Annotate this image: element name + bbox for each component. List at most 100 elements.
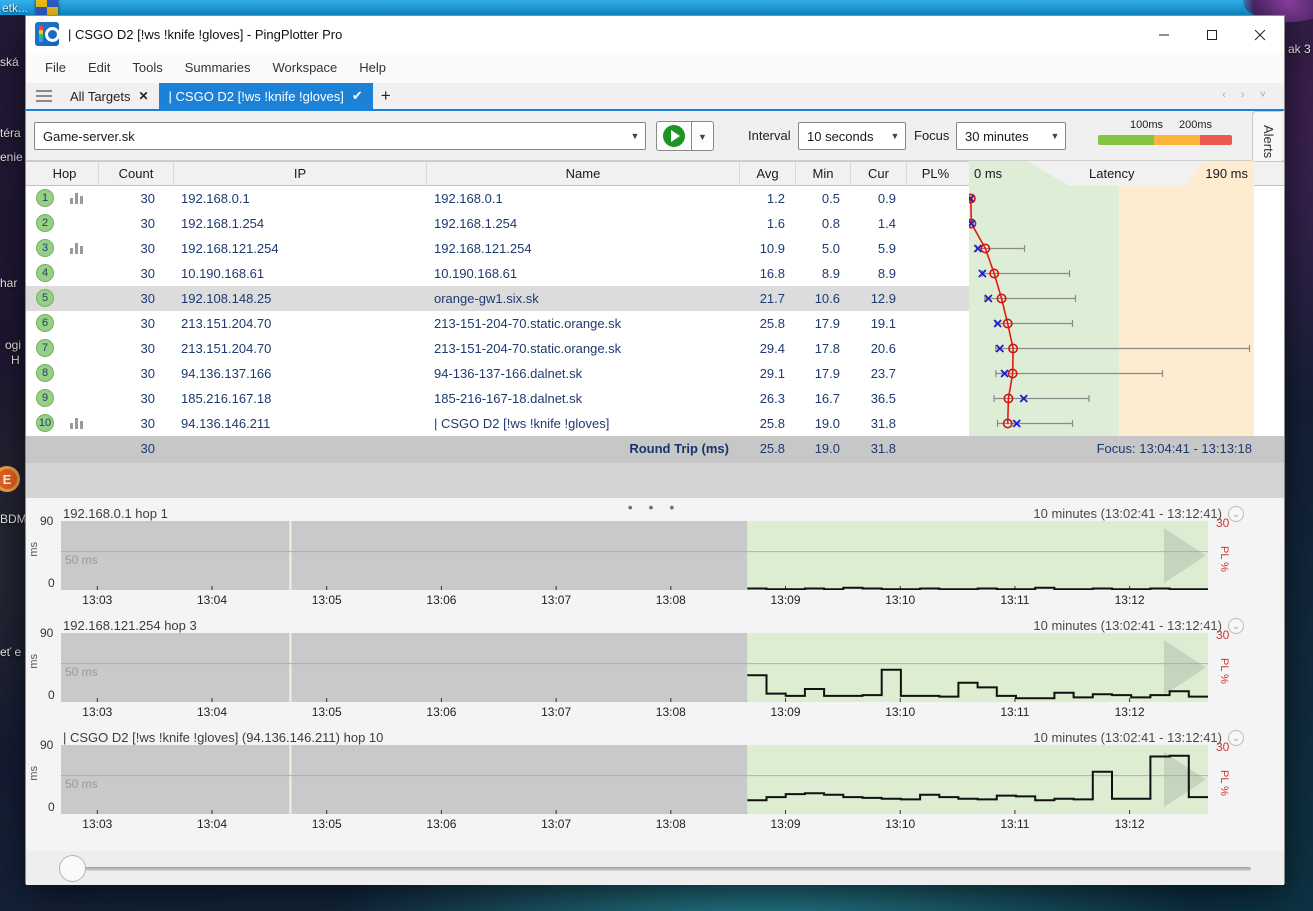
timeline-range-label[interactable]: 10 minutes (13:02:41 - 13:12:41) [1033, 618, 1222, 633]
header-min[interactable]: Min [795, 162, 850, 186]
menu-edit[interactable]: Edit [77, 53, 121, 83]
table-row[interactable]: 83094.136.137.16694-136-137-166.dalnet.s… [26, 361, 969, 386]
hamburger-icon[interactable] [36, 90, 52, 102]
ip-cell: 213.151.204.70 [181, 336, 426, 361]
ip-cell: 213.151.204.70 [181, 311, 426, 336]
start-options-dropdown[interactable]: ▼ [692, 121, 714, 151]
bar-chart-icon[interactable] [70, 243, 84, 254]
table-row[interactable]: 130192.168.0.1192.168.0.11.20.50.9 [26, 186, 969, 211]
y-axis-max-label: 90 [40, 626, 53, 640]
hop-number-badge: 4 [36, 264, 54, 282]
header-avg[interactable]: Avg [739, 162, 795, 186]
ip-cell: 94.136.146.211 [181, 411, 426, 436]
menu-workspace[interactable]: Workspace [261, 53, 348, 83]
table-row[interactable]: 630213.151.204.70213-151-204-70.static.o… [26, 311, 969, 336]
desktop-app-icon[interactable]: E [0, 466, 20, 492]
min-cell: 8.9 [795, 261, 850, 286]
new-tab-button[interactable]: + [373, 83, 399, 109]
header-name[interactable]: Name [426, 162, 739, 186]
bar-chart-icon[interactable] [70, 418, 84, 429]
table-row[interactable]: 103094.136.146.211| CSGO D2 [!ws !knife … [26, 411, 969, 436]
header-hop[interactable]: Hop [31, 162, 98, 186]
ip-cell: 94.136.137.166 [181, 361, 426, 386]
header-pl[interactable]: PL% [906, 162, 964, 186]
y-axis-unit-label: ms [28, 542, 40, 557]
bar-chart-icon[interactable] [70, 193, 84, 204]
pl-axis-label: PL % [1218, 770, 1230, 796]
close-icon[interactable]: ✕ [138, 89, 148, 103]
menu-tools[interactable]: Tools [121, 53, 173, 83]
timeline-plot-area[interactable] [61, 633, 1208, 702]
chevron-down-icon[interactable]: ⌄ [1228, 506, 1244, 522]
title-bar[interactable]: | CSGO D2 [!ws !knife !gloves] - PingPlo… [26, 16, 1284, 53]
table-row[interactable]: 330192.168.121.254192.168.121.25410.95.0… [26, 236, 969, 261]
table-row[interactable]: 930185.216.167.18185-216-167-18.dalnet.s… [26, 386, 969, 411]
cur-cell: 19.1 [850, 311, 906, 336]
x-axis-time-label: 13:11 [993, 817, 1037, 831]
x-axis-time-label: 13:12 [1108, 593, 1152, 607]
tab-all-targets[interactable]: All Targets✕ [60, 83, 159, 109]
table-row[interactable]: 530192.108.148.25orange-gw1.six.sk21.710… [26, 286, 969, 311]
menu-summaries[interactable]: Summaries [174, 53, 262, 83]
min-cell: 5.0 [795, 236, 850, 261]
header-cur[interactable]: Cur [850, 162, 906, 186]
table-row[interactable]: 730213.151.204.70213-151-204-70.static.o… [26, 336, 969, 361]
minimize-button[interactable] [1140, 16, 1188, 53]
y-axis-max-label: 90 [40, 514, 53, 528]
summary-cur: 31.8 [850, 436, 906, 463]
desktop-icon-label: enie [0, 150, 23, 164]
cur-cell: 20.6 [850, 336, 906, 361]
pl-axis-max-label: 30 [1216, 516, 1229, 530]
timeline-plot-area[interactable] [61, 745, 1208, 814]
x-axis-time-label: 13:08 [649, 705, 693, 719]
timeline-title: | CSGO D2 [!ws !knife !gloves] (94.136.1… [63, 730, 383, 745]
name-cell: 94-136-137-166.dalnet.sk [434, 361, 739, 386]
gridline-50ms-label: 50 ms [65, 553, 98, 567]
table-row[interactable]: 43010.190.168.6110.190.168.6116.88.98.9 [26, 261, 969, 286]
scale-green-segment [1098, 135, 1154, 145]
tab-active-target[interactable]: | CSGO D2 [!ws !knife !gloves]✔ [159, 83, 373, 109]
x-axis-time-label: 13:10 [878, 705, 922, 719]
desktop-icon-label: eť e [0, 645, 21, 659]
target-combobox[interactable]: Game-server.sk ▼ [34, 122, 646, 150]
menu-file[interactable]: File [34, 53, 77, 83]
header-ip[interactable]: IP [173, 162, 426, 186]
close-button[interactable] [1236, 16, 1284, 53]
count-cell: 30 [98, 386, 173, 411]
summary-row[interactable]: 30 Round Trip (ms) 25.8 19.0 31.8 Focus:… [26, 436, 1284, 463]
chevron-down-icon[interactable]: ⌄ [1228, 730, 1244, 746]
pl-cell [906, 411, 964, 436]
chevron-down-icon[interactable]: ⌄ [1228, 618, 1244, 634]
pl-cell [906, 361, 964, 386]
count-cell: 30 [98, 411, 173, 436]
time-scroll-thumb[interactable] [59, 855, 86, 882]
min-cell: 0.8 [795, 211, 850, 236]
count-cell: 30 [98, 236, 173, 261]
x-axis-time-label: 13:09 [764, 593, 808, 607]
latency-scale-min: 0 ms [974, 161, 1002, 186]
tab-scroll-arrows[interactable]: ‹ › ˅ [1222, 89, 1272, 101]
y-axis-min-label: 0 [48, 576, 55, 590]
gridline-50ms-label: 50 ms [65, 777, 98, 791]
x-axis-time-label: 13:04 [190, 593, 234, 607]
header-count[interactable]: Count [98, 162, 173, 186]
ip-cell: 192.168.121.254 [181, 236, 426, 261]
timeline-range-label[interactable]: 10 minutes (13:02:41 - 13:12:41) [1033, 730, 1222, 745]
menu-help[interactable]: Help [348, 53, 397, 83]
summary-count: 30 [98, 436, 173, 463]
timeline-range-label[interactable]: 10 minutes (13:02:41 - 13:12:41) [1033, 506, 1222, 521]
start-trace-button[interactable] [656, 121, 692, 151]
interval-select[interactable]: 10 seconds ▼ [798, 122, 906, 150]
maximize-button[interactable] [1188, 16, 1236, 53]
table-row[interactable]: 230192.168.1.254192.168.1.2541.60.81.4 [26, 211, 969, 236]
scale-200ms-label: 200ms [1179, 119, 1212, 131]
time-scroll-track[interactable] [61, 867, 1251, 871]
focus-select[interactable]: 30 minutes ▼ [956, 122, 1066, 150]
avg-cell: 16.8 [739, 261, 795, 286]
timeline-graph-2: 192.168.121.254 hop 310 minutes (13:02:4… [26, 618, 1284, 722]
name-cell: | CSGO D2 [!ws !knife !gloves] [434, 411, 739, 436]
hop-number-badge: 7 [36, 339, 54, 357]
timeline-plot-area[interactable] [61, 521, 1208, 590]
count-cell: 30 [98, 186, 173, 211]
avg-cell: 10.9 [739, 236, 795, 261]
